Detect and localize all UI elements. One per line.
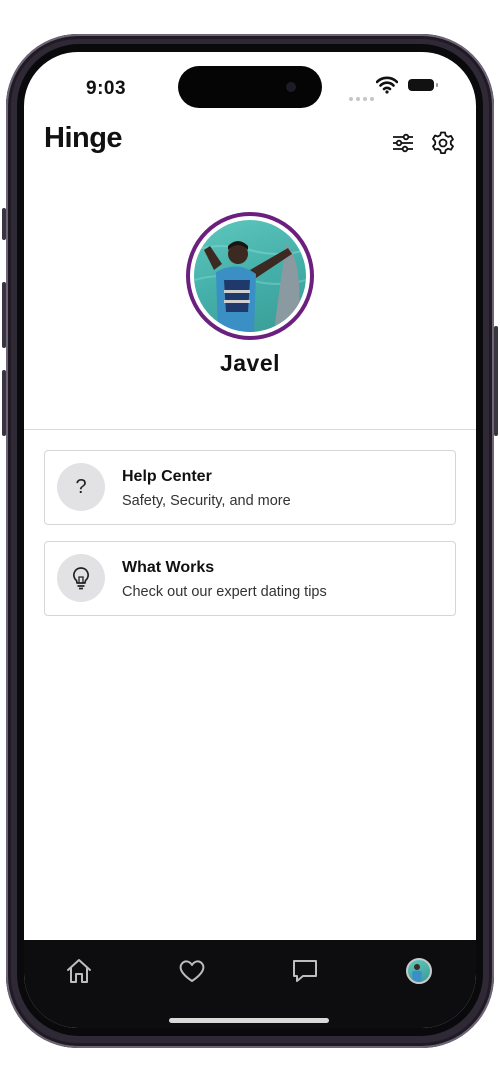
tab-home[interactable] bbox=[64, 956, 94, 986]
app-logo: Hinge bbox=[44, 122, 123, 154]
screen: 9:03 Hinge Javel ? Help Center Safety, S… bbox=[24, 52, 476, 1028]
card-title: What Works bbox=[122, 559, 215, 576]
tab-bar bbox=[24, 940, 476, 1028]
profile-avatar-ring[interactable] bbox=[186, 212, 314, 340]
silent-switch bbox=[2, 208, 6, 240]
what-works-card[interactable]: What Works Check out our expert dating t… bbox=[44, 541, 456, 616]
sliders-icon[interactable] bbox=[390, 130, 416, 156]
lightbulb-icon bbox=[57, 554, 105, 602]
volume-down-button bbox=[2, 370, 6, 436]
power-button bbox=[494, 326, 498, 436]
profile-photo bbox=[194, 220, 306, 332]
battery-icon bbox=[408, 79, 438, 91]
card-title: Help Center bbox=[122, 468, 212, 485]
dynamic-island bbox=[178, 66, 322, 108]
card-subtitle: Safety, Security, and more bbox=[122, 493, 291, 509]
tab-profile[interactable] bbox=[404, 956, 434, 986]
gear-icon[interactable] bbox=[430, 130, 456, 156]
signal-icon bbox=[349, 88, 377, 106]
heart-icon bbox=[179, 960, 205, 982]
profile-name: Javel bbox=[219, 350, 281, 376]
help-center-card[interactable]: ? Help Center Safety, Security, and more bbox=[44, 450, 456, 525]
volume-up-button bbox=[2, 282, 6, 348]
avatar bbox=[406, 958, 432, 984]
question-mark-icon: ? bbox=[57, 463, 105, 511]
tab-matches[interactable] bbox=[290, 956, 320, 986]
wifi-icon bbox=[376, 76, 398, 94]
divider bbox=[24, 429, 476, 430]
chat-bubble-icon bbox=[293, 960, 317, 982]
card-subtitle: Check out our expert dating tips bbox=[122, 584, 327, 600]
home-indicator bbox=[169, 1018, 329, 1023]
tab-likes[interactable] bbox=[177, 956, 207, 986]
status-time: 9:03 bbox=[86, 78, 127, 99]
home-icon bbox=[67, 959, 91, 983]
camera-icon bbox=[286, 82, 296, 92]
